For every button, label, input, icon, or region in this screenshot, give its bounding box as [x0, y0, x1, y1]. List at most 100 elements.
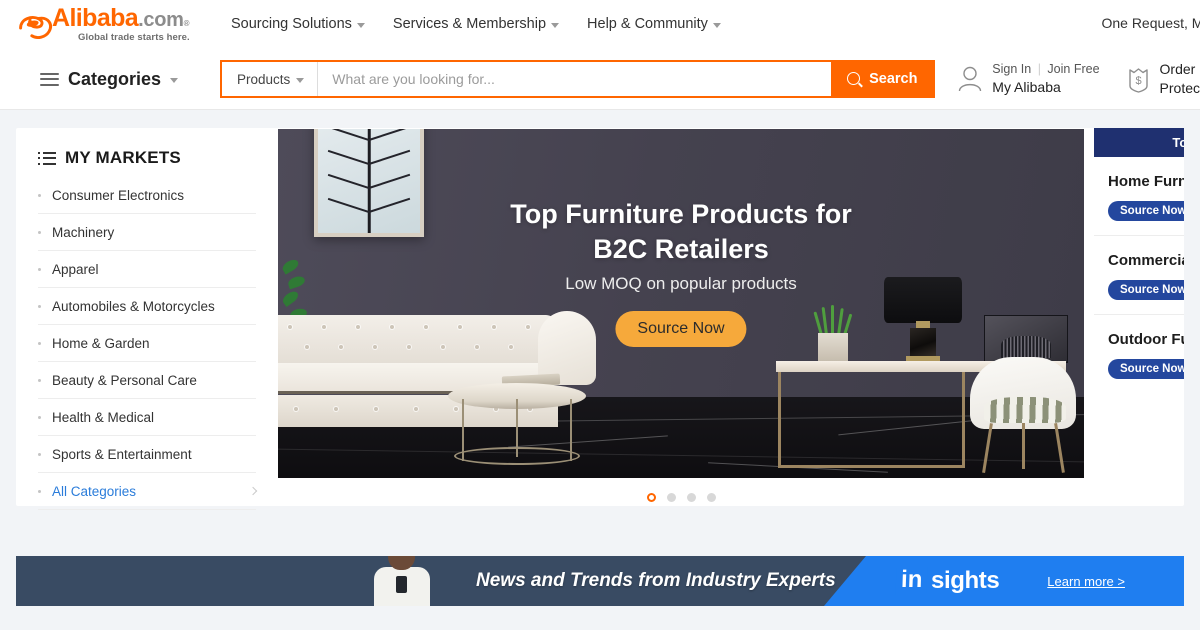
my-alibaba-link[interactable]: My Alibaba [992, 78, 1099, 97]
my-markets-title: MY MARKETS [65, 148, 181, 167]
category-list: Consumer Electronics Machinery Apparel A… [38, 177, 278, 510]
bullet-icon [38, 341, 41, 345]
header-promo-text: One Request, Multiple [1101, 15, 1200, 31]
order-protection-text: Order Protec [1160, 60, 1200, 98]
search-category-value: Products [237, 71, 291, 87]
hero-source-now-button[interactable]: Source Now [615, 311, 747, 347]
sidebar-item-all-categories[interactable]: All Categories [38, 473, 258, 510]
bullet-icon [38, 230, 41, 234]
my-markets-header: MY MARKETS [38, 148, 278, 168]
sidebar-item-label: Machinery [52, 224, 115, 240]
insights-logo: in sights [895, 566, 1000, 595]
bullet-icon [38, 489, 41, 493]
sidebar-item-label: Consumer Electronics [52, 187, 185, 203]
carousel-dot-2[interactable] [666, 493, 676, 502]
bullet-icon [38, 378, 41, 382]
top-furniture-rail: Top Furnit Home Furni Source Now Commerc… [1094, 128, 1184, 506]
alibaba-swirl-icon [18, 13, 56, 43]
rail-card-title: Outdoor Fur [1108, 331, 1184, 348]
insights-logo-sights: sights [931, 567, 1000, 594]
nav-item-sourcing-solutions[interactable]: Sourcing Solutions [231, 16, 365, 32]
bullet-icon [38, 267, 41, 271]
sidebar-item-apparel[interactable]: Apparel [38, 251, 256, 288]
rail-card-home-furniture[interactable]: Home Furni Source Now [1094, 157, 1184, 236]
carousel-dot-1[interactable] [646, 493, 656, 502]
carousel-dot-3[interactable] [686, 493, 696, 502]
sidebar-item-consumer-electronics[interactable]: Consumer Electronics [38, 177, 256, 214]
round-coffee-table [448, 373, 586, 473]
sidebar-item-label: All Categories [52, 483, 137, 499]
hero-title-line2: B2C Retailers [593, 233, 769, 264]
logo-registered-mark: ® [183, 18, 190, 28]
primary-nav: Sourcing Solutions Services & Membership… [231, 16, 721, 32]
categories-button[interactable]: Categories [40, 69, 220, 90]
nav-item-help-community[interactable]: Help & Community [587, 16, 721, 32]
hero-carousel[interactable]: Top Furniture Products for B2C Retailers… [278, 129, 1084, 506]
sidebar-item-home-garden[interactable]: Home & Garden [38, 325, 256, 362]
chevron-down-icon [170, 77, 179, 83]
sidebar-item-label: Apparel [52, 261, 99, 277]
search-button[interactable]: Search [831, 62, 934, 96]
rail-card-commercial-furniture[interactable]: Commercial Source Now [1094, 236, 1184, 315]
hero-banner-image [278, 129, 1084, 478]
sidebar-item-label: Home & Garden [52, 335, 150, 351]
bullet-icon [38, 193, 41, 197]
decor-art-panel [984, 315, 1068, 363]
nav-item-services-membership[interactable]: Services & Membership [393, 16, 560, 32]
potted-grass [813, 305, 852, 336]
rail-card-title: Home Furni [1108, 173, 1184, 190]
sidebar-item-label: Automobiles & Motorcycles [52, 298, 215, 314]
link-separator: | [1037, 62, 1041, 77]
sidebar-item-machinery[interactable]: Machinery [38, 214, 256, 251]
search-input[interactable] [318, 62, 832, 96]
account-zone: Sign In | Join Free My Alibaba $ Order P… [957, 60, 1200, 98]
sign-in-link[interactable]: Sign In [992, 62, 1031, 76]
user-avatar-icon [959, 67, 982, 92]
main-content-panel: MY MARKETS Consumer Electronics Machiner… [16, 128, 1184, 510]
page-root: Alibaba .com ® Global trade starts here.… [0, 0, 1200, 630]
order-protection-line2: Protec [1159, 80, 1200, 96]
sidebar-item-label: Beauty & Personal Care [52, 372, 197, 388]
bullet-icon [38, 304, 41, 308]
order-protection-icon: $ [1128, 67, 1148, 93]
rail-source-now-button[interactable]: Source Now [1108, 201, 1184, 221]
rail-card-outdoor-furniture[interactable]: Outdoor Fur Source Now [1094, 315, 1184, 393]
carousel-dot-4[interactable] [706, 493, 716, 502]
account-sign-in[interactable]: Sign In | Join Free My Alibaba [957, 61, 1100, 97]
rail-card-title: Commercial [1108, 252, 1184, 269]
sidebar-item-automobiles-motorcycles[interactable]: Automobiles & Motorcycles [38, 288, 256, 325]
sidebar-item-sports-entertainment[interactable]: Sports & Entertainment [38, 436, 256, 473]
search-icon [847, 71, 862, 87]
sidebar-item-beauty-personal-care[interactable]: Beauty & Personal Care [38, 362, 256, 399]
chevron-down-icon [551, 22, 560, 28]
hero-subtitle: Low MOQ on popular products [565, 274, 797, 293]
nav-label: Sourcing Solutions [231, 16, 352, 32]
alibaba-logo[interactable]: Alibaba .com ® Global trade starts here. [18, 5, 193, 43]
order-protections[interactable]: $ Order Protec [1126, 60, 1200, 98]
join-free-link[interactable]: Join Free [1047, 62, 1099, 76]
rail-source-now-button[interactable]: Source Now [1108, 359, 1184, 379]
header-search-row: Categories Products Search [0, 48, 1200, 110]
sidebar-item-health-medical[interactable]: Health & Medical [38, 399, 256, 436]
insights-banner[interactable]: News and Trends from Industry Experts in… [16, 556, 1184, 606]
table-lamp-base [910, 328, 936, 358]
accent-chair [970, 357, 1076, 475]
search-category-selector[interactable]: Products [222, 62, 319, 96]
rail-source-now-button[interactable]: Source Now [1108, 280, 1184, 300]
search-button-label: Search [869, 71, 918, 87]
logo-wordmark: Alibaba .com ® Global trade starts here. [52, 5, 190, 43]
insights-person-photo [364, 556, 440, 606]
header-top-row: Alibaba .com ® Global trade starts here.… [0, 0, 1200, 48]
nav-label: Help & Community [587, 16, 708, 32]
rail-header: Top Furnit [1094, 128, 1184, 157]
chevron-down-icon [712, 22, 721, 28]
bullet-icon [38, 415, 41, 419]
plant-pot [818, 333, 848, 361]
insights-logo-in: in [895, 566, 928, 595]
order-protection-line1: Order [1159, 61, 1196, 78]
sidebar-item-label: Health & Medical [52, 409, 155, 425]
svg-text:$: $ [1135, 75, 1141, 87]
my-markets-sidebar: MY MARKETS Consumer Electronics Machiner… [16, 128, 278, 510]
insights-learn-more-link[interactable]: Learn more > [1047, 574, 1125, 589]
chevron-down-icon [356, 22, 365, 28]
